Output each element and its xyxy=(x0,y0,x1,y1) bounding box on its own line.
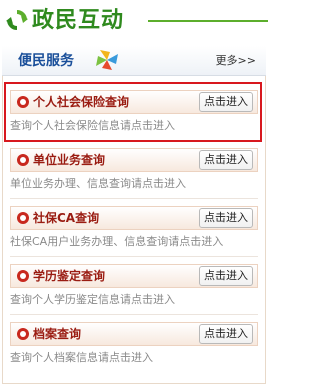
page-title: 政民互动 xyxy=(32,8,125,33)
enter-button[interactable]: 点击进入 xyxy=(199,92,253,112)
service-description: 社保CA用户业务办理、信息查询请点击进入 xyxy=(10,235,224,248)
bullet-icon xyxy=(17,270,29,282)
pinwheel-icon xyxy=(96,50,118,70)
enter-button[interactable]: 点击进入 xyxy=(199,208,253,228)
section-bar: 便民服务 更多>> xyxy=(2,46,266,76)
divider xyxy=(10,198,258,199)
service-header: 学历鉴定查询 点击进入 xyxy=(10,264,258,288)
service-title[interactable]: 档案查询 xyxy=(33,325,81,344)
service-title[interactable]: 学历鉴定查询 xyxy=(33,267,105,286)
bullet-icon xyxy=(17,212,29,224)
header-divider xyxy=(148,20,268,22)
enter-button[interactable]: 点击进入 xyxy=(199,324,253,344)
service-header: 单位业务查询 点击进入 xyxy=(10,148,258,172)
divider xyxy=(10,256,258,257)
refresh-arrows-icon xyxy=(6,10,28,30)
service-description: 查询个人档案信息请点击进入 xyxy=(10,351,153,364)
enter-button[interactable]: 点击进入 xyxy=(199,150,253,170)
bullet-icon xyxy=(17,328,29,340)
service-header: 个人社会保险查询 点击进入 xyxy=(10,90,258,114)
more-link[interactable]: 更多>> xyxy=(216,53,256,69)
service-title[interactable]: 社保CA查询 xyxy=(33,209,99,228)
service-title[interactable]: 个人社会保险查询 xyxy=(33,93,129,112)
header: 政民互动 xyxy=(0,0,268,44)
service-description: 查询个人学历鉴定信息请点击进入 xyxy=(10,293,175,306)
service-title[interactable]: 单位业务查询 xyxy=(33,151,105,170)
service-description: 单位业务办理、信息查询请点击进入 xyxy=(10,177,186,190)
divider xyxy=(10,314,258,315)
bullet-icon xyxy=(17,154,29,166)
bullet-icon xyxy=(17,96,29,108)
service-header: 档案查询 点击进入 xyxy=(10,322,258,346)
section-title: 便民服务 xyxy=(18,53,74,69)
enter-button[interactable]: 点击进入 xyxy=(199,266,253,286)
service-description: 查询个人社会保险信息请点击进入 xyxy=(10,119,175,132)
service-header: 社保CA查询 点击进入 xyxy=(10,206,258,230)
